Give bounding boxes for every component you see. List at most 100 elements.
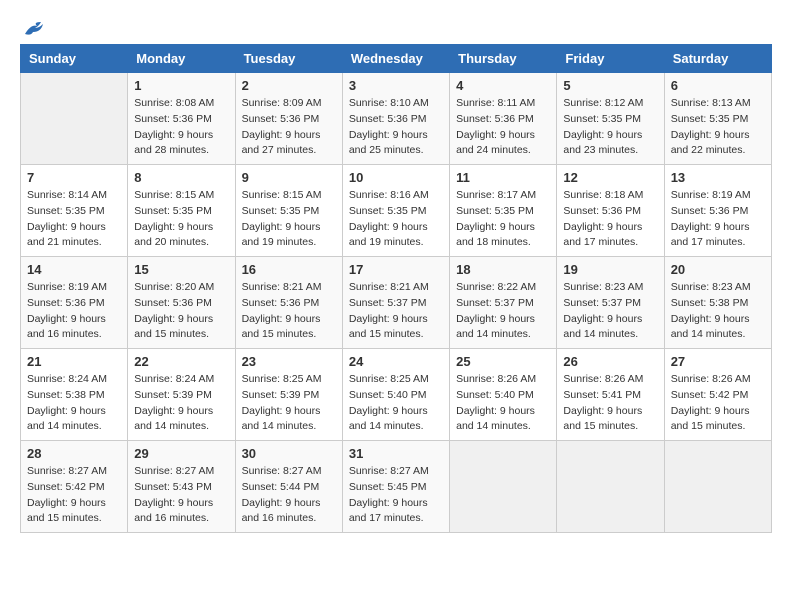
day-number: 26: [563, 354, 657, 369]
day-number: 28: [27, 446, 121, 461]
calendar-cell: [664, 441, 771, 533]
calendar-header: SundayMondayTuesdayWednesdayThursdayFrid…: [21, 45, 772, 73]
calendar-cell: 25Sunrise: 8:26 AM Sunset: 5:40 PM Dayli…: [450, 349, 557, 441]
calendar-cell: 16 Sunrise: 8:21 AM Sunset: 5:36 PM Dayli…: [235, 257, 342, 349]
calendar-cell: 24Sunrise: 8:25 AM Sunset: 5:40 PM Dayli…: [342, 349, 449, 441]
calendar-body: 1 Sunrise: 8:08 AM Sunset: 5:36 PM Daylig…: [21, 73, 772, 533]
week-row-1: 7 Sunrise: 8:14 AM Sunset: 5:35 PM Daylig…: [21, 165, 772, 257]
header-day-monday: Monday: [128, 45, 235, 73]
calendar-cell: 8Sunrise: 8:15 AM Sunset: 5:35 PM Daylig…: [128, 165, 235, 257]
day-number: 22: [134, 354, 228, 369]
calendar-cell: 3 Sunrise: 8:10 AM Sunset: 5:36 PM Daylig…: [342, 73, 449, 165]
day-info: Sunrise: 8:19 AM Sunset: 5:36 PM Dayligh…: [671, 188, 765, 251]
header-day-thursday: Thursday: [450, 45, 557, 73]
logo: [20, 20, 45, 34]
day-number: 16: [242, 262, 336, 277]
day-number: 24: [349, 354, 443, 369]
day-info: Sunrise: 8:10 AM Sunset: 5:36 PM Dayligh…: [349, 96, 443, 159]
day-number: 7: [27, 170, 121, 185]
calendar-cell: 26 Sunrise: 8:26 AM Sunset: 5:41 PM Dayli…: [557, 349, 664, 441]
calendar-cell: [557, 441, 664, 533]
day-info: Sunrise: 8:15 AM Sunset: 5:35 PM Dayligh…: [134, 188, 228, 251]
calendar-cell: 6Sunrise: 8:13 AM Sunset: 5:35 PM Daylig…: [664, 73, 771, 165]
header-day-tuesday: Tuesday: [235, 45, 342, 73]
calendar-cell: 23Sunrise: 8:25 AM Sunset: 5:39 PM Dayli…: [235, 349, 342, 441]
day-info: Sunrise: 8:27 AM Sunset: 5:44 PM Dayligh…: [242, 464, 336, 527]
day-number: 3: [349, 78, 443, 93]
day-info: Sunrise: 8:08 AM Sunset: 5:36 PM Dayligh…: [134, 96, 228, 159]
calendar-cell: 4 Sunrise: 8:11 AM Sunset: 5:36 PM Daylig…: [450, 73, 557, 165]
day-info: Sunrise: 8:21 AM Sunset: 5:37 PM Dayligh…: [349, 280, 443, 343]
day-number: 10: [349, 170, 443, 185]
calendar-cell: 19Sunrise: 8:23 AM Sunset: 5:37 PM Dayli…: [557, 257, 664, 349]
calendar-cell: 7 Sunrise: 8:14 AM Sunset: 5:35 PM Daylig…: [21, 165, 128, 257]
day-info: Sunrise: 8:23 AM Sunset: 5:37 PM Dayligh…: [563, 280, 657, 343]
calendar-cell: 28 Sunrise: 8:27 AM Sunset: 5:42 PM Dayli…: [21, 441, 128, 533]
logo-bird-icon: [23, 20, 45, 38]
day-number: 31: [349, 446, 443, 461]
day-number: 15: [134, 262, 228, 277]
day-info: Sunrise: 8:27 AM Sunset: 5:42 PM Dayligh…: [27, 464, 121, 527]
day-info: Sunrise: 8:12 AM Sunset: 5:35 PM Dayligh…: [563, 96, 657, 159]
day-number: 30: [242, 446, 336, 461]
header-day-sunday: Sunday: [21, 45, 128, 73]
header-row: SundayMondayTuesdayWednesdayThursdayFrid…: [21, 45, 772, 73]
calendar-cell: 29Sunrise: 8:27 AM Sunset: 5:43 PM Dayli…: [128, 441, 235, 533]
calendar-cell: 10 Sunrise: 8:16 AM Sunset: 5:35 PM Dayli…: [342, 165, 449, 257]
day-number: 11: [456, 170, 550, 185]
calendar-cell: 12 Sunrise: 8:18 AM Sunset: 5:36 PM Dayli…: [557, 165, 664, 257]
week-row-3: 21 Sunrise: 8:24 AM Sunset: 5:38 PM Dayli…: [21, 349, 772, 441]
day-info: Sunrise: 8:26 AM Sunset: 5:40 PM Dayligh…: [456, 372, 550, 435]
day-number: 18: [456, 262, 550, 277]
day-info: Sunrise: 8:27 AM Sunset: 5:45 PM Dayligh…: [349, 464, 443, 527]
calendar-cell: 21 Sunrise: 8:24 AM Sunset: 5:38 PM Dayli…: [21, 349, 128, 441]
calendar-cell: 2 Sunrise: 8:09 AM Sunset: 5:36 PM Daylig…: [235, 73, 342, 165]
calendar-cell: [21, 73, 128, 165]
calendar-cell: 17 Sunrise: 8:21 AM Sunset: 5:37 PM Dayli…: [342, 257, 449, 349]
day-info: Sunrise: 8:21 AM Sunset: 5:36 PM Dayligh…: [242, 280, 336, 343]
calendar-cell: 5 Sunrise: 8:12 AM Sunset: 5:35 PM Daylig…: [557, 73, 664, 165]
page-container: SundayMondayTuesdayWednesdayThursdayFrid…: [20, 20, 772, 533]
day-info: Sunrise: 8:16 AM Sunset: 5:35 PM Dayligh…: [349, 188, 443, 251]
day-info: Sunrise: 8:17 AM Sunset: 5:35 PM Dayligh…: [456, 188, 550, 251]
day-number: 14: [27, 262, 121, 277]
day-number: 9: [242, 170, 336, 185]
week-row-0: 1 Sunrise: 8:08 AM Sunset: 5:36 PM Daylig…: [21, 73, 772, 165]
day-info: Sunrise: 8:22 AM Sunset: 5:37 PM Dayligh…: [456, 280, 550, 343]
day-info: Sunrise: 8:23 AM Sunset: 5:38 PM Dayligh…: [671, 280, 765, 343]
calendar-cell: 27Sunrise: 8:26 AM Sunset: 5:42 PM Dayli…: [664, 349, 771, 441]
day-info: Sunrise: 8:26 AM Sunset: 5:41 PM Dayligh…: [563, 372, 657, 435]
header-day-wednesday: Wednesday: [342, 45, 449, 73]
day-info: Sunrise: 8:14 AM Sunset: 5:35 PM Dayligh…: [27, 188, 121, 251]
day-number: 1: [134, 78, 228, 93]
day-info: Sunrise: 8:18 AM Sunset: 5:36 PM Dayligh…: [563, 188, 657, 251]
header-day-friday: Friday: [557, 45, 664, 73]
calendar-cell: 30 Sunrise: 8:27 AM Sunset: 5:44 PM Dayli…: [235, 441, 342, 533]
day-number: 2: [242, 78, 336, 93]
day-info: Sunrise: 8:19 AM Sunset: 5:36 PM Dayligh…: [27, 280, 121, 343]
calendar-cell: 31 Sunrise: 8:27 AM Sunset: 5:45 PM Dayli…: [342, 441, 449, 533]
day-number: 23: [242, 354, 336, 369]
day-number: 5: [563, 78, 657, 93]
week-row-4: 28 Sunrise: 8:27 AM Sunset: 5:42 PM Dayli…: [21, 441, 772, 533]
calendar-cell: [450, 441, 557, 533]
day-info: Sunrise: 8:09 AM Sunset: 5:36 PM Dayligh…: [242, 96, 336, 159]
day-info: Sunrise: 8:11 AM Sunset: 5:36 PM Dayligh…: [456, 96, 550, 159]
day-number: 27: [671, 354, 765, 369]
day-number: 21: [27, 354, 121, 369]
calendar-cell: 22 Sunrise: 8:24 AM Sunset: 5:39 PM Dayli…: [128, 349, 235, 441]
calendar-cell: 13Sunrise: 8:19 AM Sunset: 5:36 PM Dayli…: [664, 165, 771, 257]
day-number: 17: [349, 262, 443, 277]
day-info: Sunrise: 8:27 AM Sunset: 5:43 PM Dayligh…: [134, 464, 228, 527]
day-number: 12: [563, 170, 657, 185]
day-number: 20: [671, 262, 765, 277]
calendar-cell: 18 Sunrise: 8:22 AM Sunset: 5:37 PM Dayli…: [450, 257, 557, 349]
day-info: Sunrise: 8:20 AM Sunset: 5:36 PM Dayligh…: [134, 280, 228, 343]
day-number: 4: [456, 78, 550, 93]
day-info: Sunrise: 8:15 AM Sunset: 5:35 PM Dayligh…: [242, 188, 336, 251]
calendar-cell: 11 Sunrise: 8:17 AM Sunset: 5:35 PM Dayli…: [450, 165, 557, 257]
day-info: Sunrise: 8:24 AM Sunset: 5:38 PM Dayligh…: [27, 372, 121, 435]
day-info: Sunrise: 8:24 AM Sunset: 5:39 PM Dayligh…: [134, 372, 228, 435]
day-info: Sunrise: 8:13 AM Sunset: 5:35 PM Dayligh…: [671, 96, 765, 159]
calendar-cell: 15 Sunrise: 8:20 AM Sunset: 5:36 PM Dayli…: [128, 257, 235, 349]
